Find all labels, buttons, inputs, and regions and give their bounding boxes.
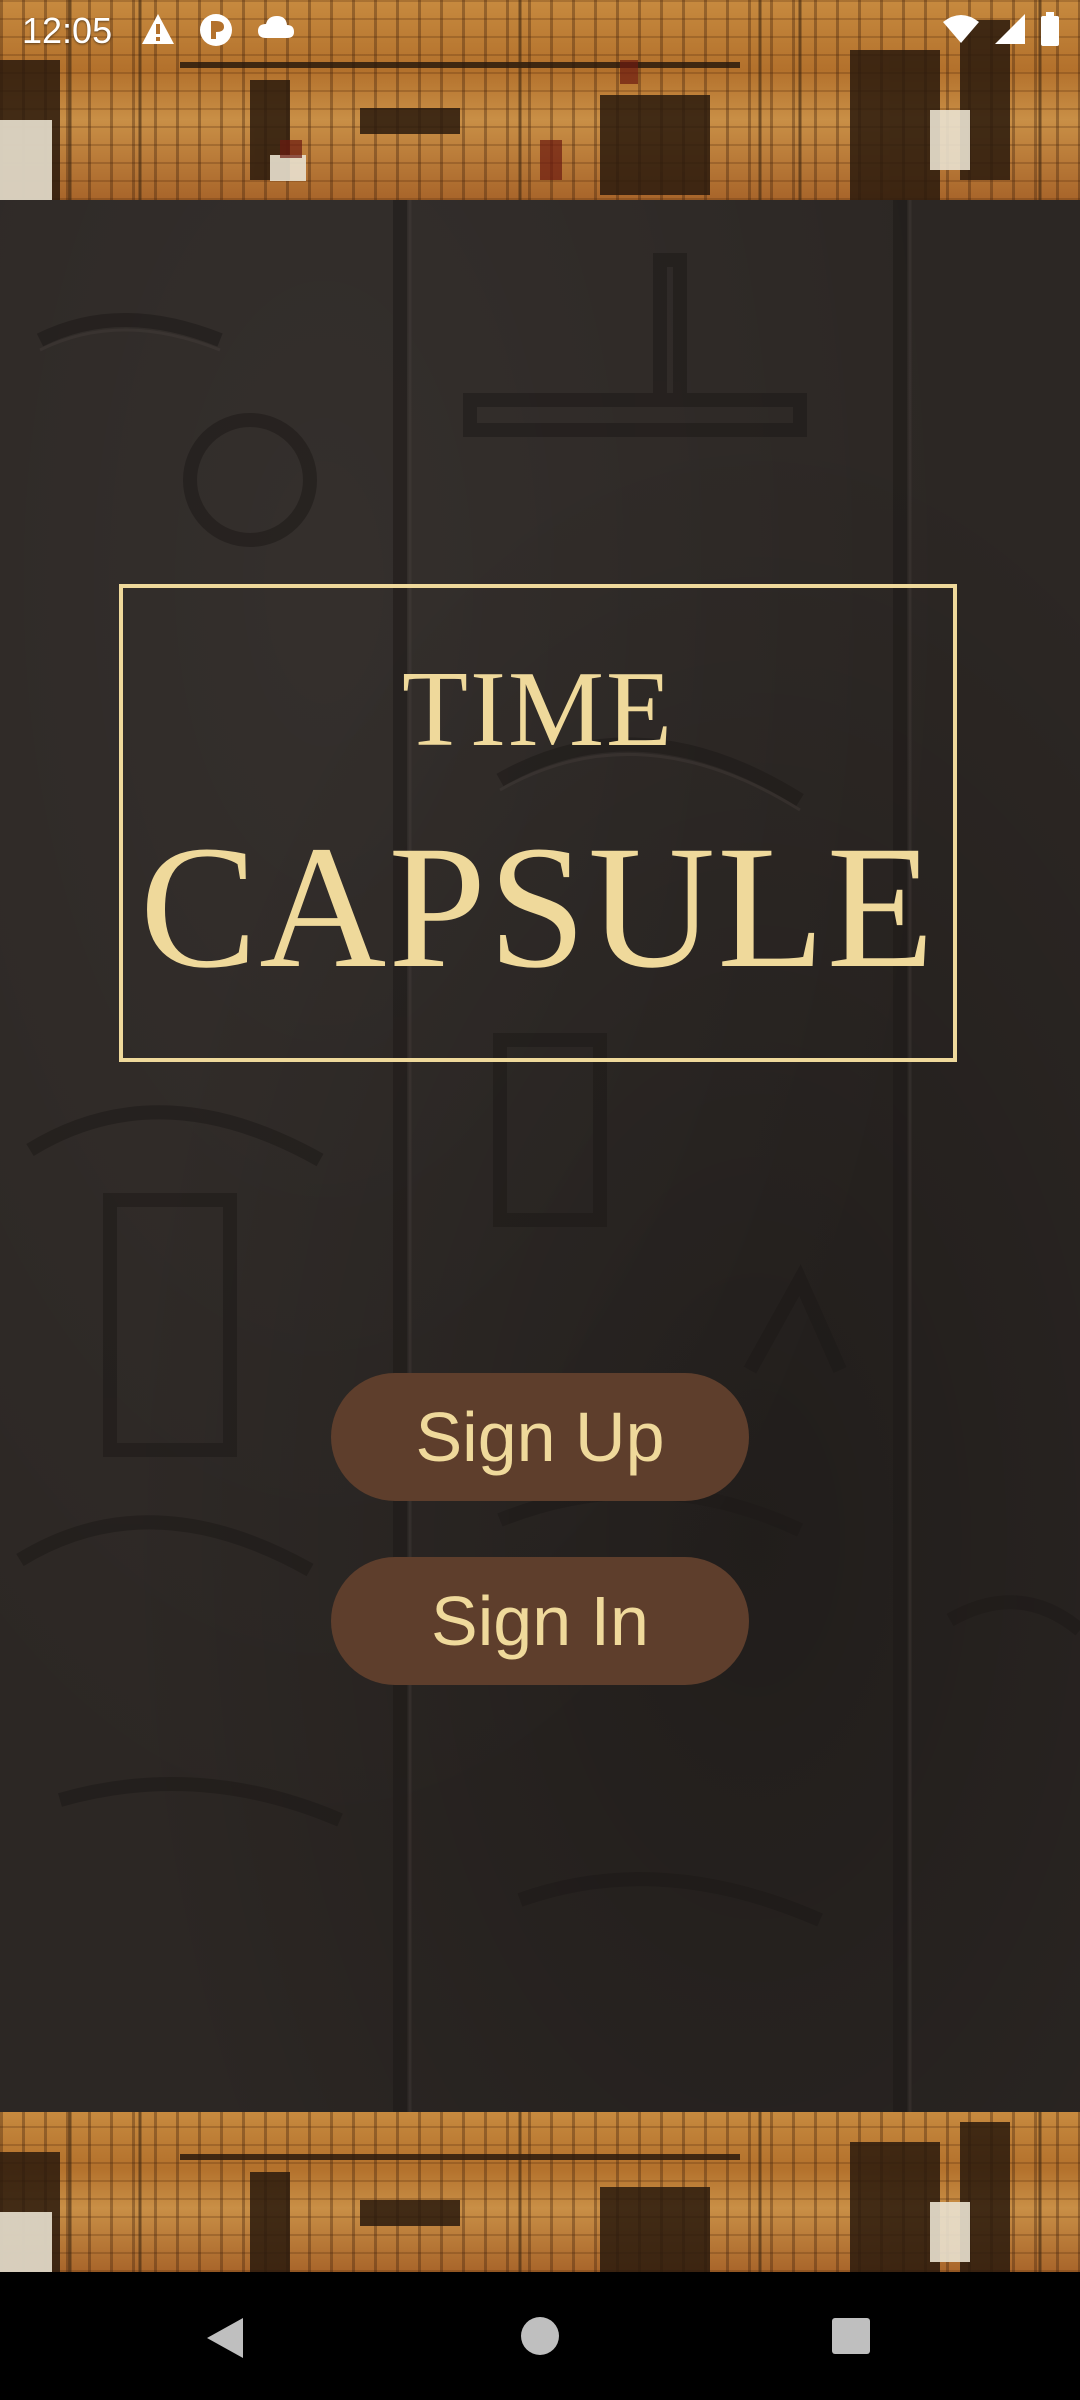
papyrus-art: [0, 2112, 1042, 2272]
time-capsule-logo: TIME CAPSULE: [119, 584, 957, 1062]
sign-up-button[interactable]: Sign Up: [331, 1373, 749, 1501]
logo-line-capsule: CAPSULE: [139, 810, 937, 1005]
home-icon[interactable]: [520, 2316, 560, 2356]
hieroglyph-wall-background: [0, 200, 1080, 2112]
warning-icon: [142, 14, 174, 44]
bottom-papyrus-banner: [0, 2112, 1080, 2272]
hieroglyph-carvings: [16, 200, 1080, 2112]
screen: 12:05 TIME CAPSULE Sign Up Sign In: [0, 0, 1080, 2400]
status-system-icons: [942, 12, 1060, 46]
sign-in-button[interactable]: Sign In: [331, 1557, 749, 1685]
battery-icon: [1041, 12, 1059, 46]
status-time: 12:05: [22, 10, 113, 51]
cloud-icon: [258, 16, 294, 38]
status-bar: 12:05: [0, 0, 1080, 64]
logo-line-time: TIME: [402, 650, 674, 769]
recents-icon[interactable]: [831, 2317, 871, 2355]
shield-icon: [200, 14, 232, 46]
status-notification-icons: [140, 12, 296, 48]
back-icon[interactable]: [205, 2316, 245, 2360]
signal-icon: [995, 14, 1025, 44]
wifi-icon: [943, 15, 979, 43]
system-navigation-bar: [0, 2272, 1080, 2400]
